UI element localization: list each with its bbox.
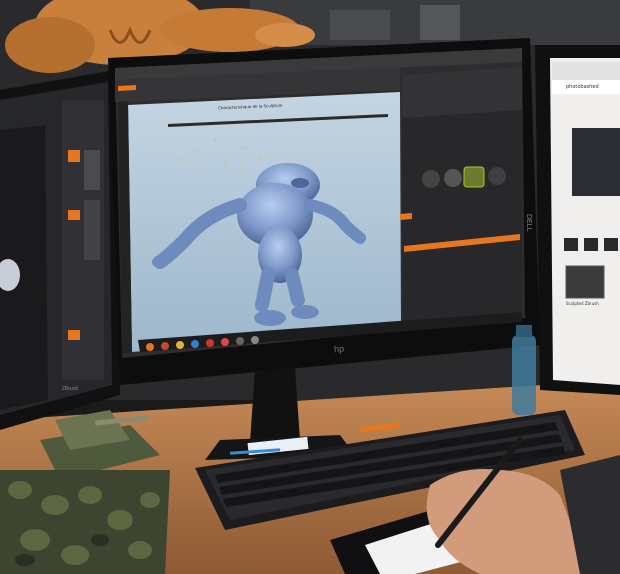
- product-card-label: Sculpted Zbrush: [566, 301, 599, 306]
- left-monitor: [0, 70, 120, 430]
- preview-image: [572, 128, 620, 196]
- material-palette: [402, 67, 522, 118]
- right-monitor: [535, 45, 620, 395]
- shelf-box: [420, 5, 460, 40]
- site-name: photobashed: [566, 84, 599, 90]
- thumbnail[interactable]: [604, 238, 618, 251]
- right-panel: [402, 84, 522, 326]
- taskbar-icon[interactable]: [236, 337, 244, 345]
- product-card[interactable]: [565, 265, 605, 299]
- taskbar-icon[interactable]: [176, 341, 184, 349]
- material-swatch[interactable]: [422, 170, 440, 188]
- main-monitor-brand: hp: [333, 343, 345, 355]
- monitor-neck: [250, 368, 300, 442]
- menu-orange-tab: [118, 85, 136, 91]
- water-bottle: [512, 325, 536, 415]
- taskbar-icon[interactable]: [206, 339, 214, 347]
- material-swatch-selected[interactable]: [463, 166, 485, 188]
- panel-orange-tab: [400, 213, 412, 220]
- taskbar-icon[interactable]: [251, 336, 259, 344]
- taskbar-icon[interactable]: [161, 342, 169, 350]
- taskbar-icon[interactable]: [191, 340, 199, 348]
- right-monitor-brand: DELL: [525, 214, 532, 232]
- material-swatch[interactable]: [488, 167, 506, 185]
- taskbar-icon[interactable]: [221, 338, 229, 346]
- taskbar-icon[interactable]: [146, 343, 154, 351]
- thumbnail[interactable]: [564, 238, 578, 251]
- left-monitor-brand: ZBrush: [62, 386, 79, 392]
- shelf-box: [330, 10, 390, 40]
- browser-bar: [552, 62, 620, 80]
- material-swatch[interactable]: [444, 169, 462, 187]
- thumbnail[interactable]: [584, 238, 598, 251]
- workspace-photo: [0, 0, 620, 574]
